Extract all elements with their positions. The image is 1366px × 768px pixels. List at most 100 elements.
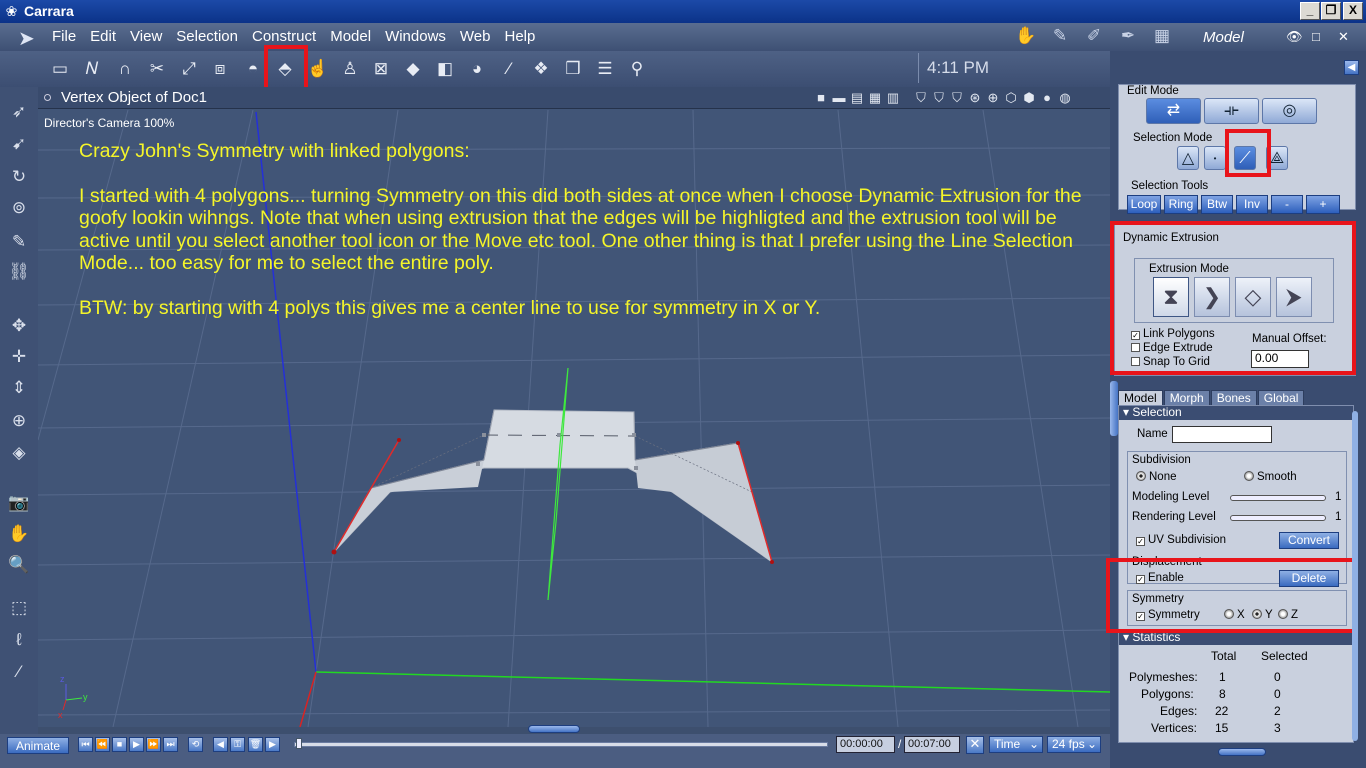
flat-shade-icon[interactable]: ⬡ <box>1004 90 1018 106</box>
name-input[interactable] <box>1172 426 1272 443</box>
smooth-radio[interactable]: Smooth <box>1244 471 1297 483</box>
push-tool-icon[interactable]: ☝ <box>306 57 330 81</box>
shade-tool-icon[interactable]: ◕ <box>465 57 489 81</box>
rotate-icon[interactable]: ↻ <box>6 164 32 190</box>
knife-tool-icon[interactable]: ✂ <box>145 57 169 81</box>
play-icon[interactable]: ▶ <box>129 737 144 752</box>
hand-icon[interactable]: ✋ <box>6 521 32 547</box>
menu-selection[interactable]: Selection <box>176 28 246 45</box>
cube-view-icon[interactable]: ◈ <box>6 440 32 466</box>
sphere-textured-icon[interactable]: ◍ <box>1058 90 1072 106</box>
menu-construct[interactable]: Construct <box>252 28 324 45</box>
restore-room-icon[interactable]: □ <box>1312 29 1320 44</box>
quad-view-icon[interactable]: ▦ <box>868 90 882 106</box>
bevel-tool-icon[interactable]: ⧈ <box>208 57 232 81</box>
close-room-icon[interactable]: ✕ <box>1338 29 1349 45</box>
uv-subdivision-checkbox[interactable]: ✓ UV Subdivision <box>1136 534 1226 546</box>
minimize-button[interactable]: _ <box>1300 2 1320 20</box>
shield-view-3-icon[interactable]: ⛉ <box>950 90 964 106</box>
ring-button[interactable]: Ring <box>1164 195 1198 214</box>
lasso-icon[interactable]: ℓ <box>6 627 32 653</box>
tab-bones[interactable]: Bones <box>1210 390 1257 405</box>
menu-file[interactable]: File <box>52 28 84 45</box>
convert-button[interactable]: Convert <box>1279 532 1339 549</box>
box-x-tool-icon[interactable]: ⊠ <box>369 57 393 81</box>
twist-tool-icon[interactable]: ⚲ <box>625 57 649 81</box>
viewport-menu-icon[interactable] <box>44 94 51 101</box>
sphere-half-icon[interactable]: ◓ <box>241 57 265 81</box>
none-radio[interactable]: None <box>1136 471 1177 483</box>
fps-select[interactable]: 24 fps ⌄ <box>1047 736 1101 753</box>
edit-mode-vertex-button[interactable]: ⇄ <box>1146 98 1201 124</box>
polygon-selection-icon[interactable]: △ <box>1177 146 1199 170</box>
selection-section-header[interactable]: ▾ Selection <box>1119 406 1353 420</box>
fast-forward-icon[interactable]: ⏩ <box>146 737 161 752</box>
tab-global[interactable]: Global <box>1257 390 1305 405</box>
brush-tool-icon[interactable]: ⁄ <box>497 57 521 81</box>
arrow-select-icon[interactable]: ➶ <box>6 99 32 125</box>
sphere-smooth-icon[interactable]: ● <box>1040 90 1054 106</box>
warp-tool-icon[interactable]: ❖ <box>529 57 553 81</box>
menu-windows[interactable]: Windows <box>385 28 454 45</box>
move-axis-icon[interactable]: ⇕ <box>6 375 32 401</box>
time-scrubber-track[interactable] <box>294 742 828 747</box>
triple-view-icon[interactable]: ▥ <box>886 90 900 106</box>
current-time-field[interactable]: 00:00:00 <box>836 736 895 753</box>
fold-tool-icon[interactable]: ❒ <box>561 57 585 81</box>
assemble-room-icon[interactable]: ✋ <box>1012 26 1040 48</box>
statistics-section-header[interactable]: ▾ Statistics <box>1119 631 1353 645</box>
camera-icon[interactable]: 📷 <box>6 490 32 516</box>
panel-bottom-handle[interactable] <box>1218 748 1266 756</box>
model-room-icon[interactable]: ✎ <box>1046 26 1074 48</box>
key-icon[interactable]: ⚿ <box>230 737 245 752</box>
stack-tool-icon[interactable]: ☰ <box>593 57 617 81</box>
snap-time-icon[interactable]: ✕ <box>966 736 984 754</box>
loop-icon[interactable]: ⟲ <box>188 737 203 752</box>
invert-button[interactable]: Inv <box>1236 195 1268 214</box>
polyline-tool-icon[interactable]: 𝑁 <box>80 57 104 81</box>
bounding-box-icon[interactable]: ⊕ <box>986 90 1000 106</box>
render-room-icon[interactable]: ▦ <box>1148 26 1176 48</box>
time-mode-select[interactable]: Time ⌄ <box>989 736 1043 753</box>
collapse-panel-icon[interactable]: ◀ <box>1344 60 1359 75</box>
move-plane-icon[interactable]: ✛ <box>6 344 32 370</box>
go-end-icon[interactable]: ⏭ <box>163 737 178 752</box>
marquee-select-icon[interactable]: ⬚ <box>6 595 32 621</box>
timeline-expand-handle[interactable] <box>528 725 580 733</box>
between-button[interactable]: Btw <box>1201 195 1233 214</box>
scale-icon[interactable]: ⊚ <box>6 195 32 221</box>
paint-select-icon[interactable]: ⁄ <box>6 659 32 685</box>
menu-help[interactable]: Help <box>505 28 544 45</box>
maximize-button[interactable]: ❐ <box>1321 2 1341 20</box>
rectangle-tool-icon[interactable]: ▭ <box>48 57 72 81</box>
magnet-tool-icon[interactable]: ∩ <box>113 57 137 81</box>
prev-key-icon[interactable]: ◀ <box>213 737 228 752</box>
close-button[interactable]: X <box>1343 2 1363 20</box>
shield-view-icon[interactable]: ⛉ <box>914 90 928 106</box>
grow-selection-button[interactable]: + <box>1306 195 1340 214</box>
rewind-icon[interactable]: ⏪ <box>95 737 110 752</box>
rendering-level-slider[interactable] <box>1230 515 1326 521</box>
texture-room-icon[interactable]: ✒ <box>1114 26 1142 48</box>
split-v-icon[interactable]: ▤ <box>850 90 864 106</box>
shrink-selection-button[interactable]: - <box>1271 195 1303 214</box>
menu-view[interactable]: View <box>130 28 170 45</box>
next-key-icon[interactable]: ▶ <box>265 737 280 752</box>
split-h-icon[interactable]: ▬ <box>832 90 846 106</box>
pen-icon[interactable]: ✎ <box>6 229 32 255</box>
edit-mode-sphere-button[interactable]: ◎ <box>1262 98 1317 124</box>
menu-web[interactable]: Web <box>460 28 499 45</box>
menu-edit[interactable]: Edit <box>90 28 124 45</box>
chain-icon[interactable]: ⛓ <box>6 259 32 285</box>
zoom-icon[interactable]: 🔍 <box>6 552 32 578</box>
cube-tool-icon[interactable]: ◆ <box>401 57 425 81</box>
modeling-level-slider[interactable] <box>1230 495 1326 501</box>
single-view-icon[interactable]: ■ <box>814 90 828 106</box>
move-icon[interactable]: ➹ <box>6 131 32 157</box>
eye-icon[interactable]: 👁 <box>1286 29 1303 45</box>
trash-key-icon[interactable]: 🗑 <box>248 737 263 752</box>
translate-icon[interactable]: ✥ <box>6 313 32 339</box>
cube-shade-icon[interactable]: ⬢ <box>1022 90 1036 106</box>
end-time-field[interactable]: 00:07:00 <box>904 736 960 753</box>
shield-view-2-icon[interactable]: ⛉ <box>932 90 946 106</box>
